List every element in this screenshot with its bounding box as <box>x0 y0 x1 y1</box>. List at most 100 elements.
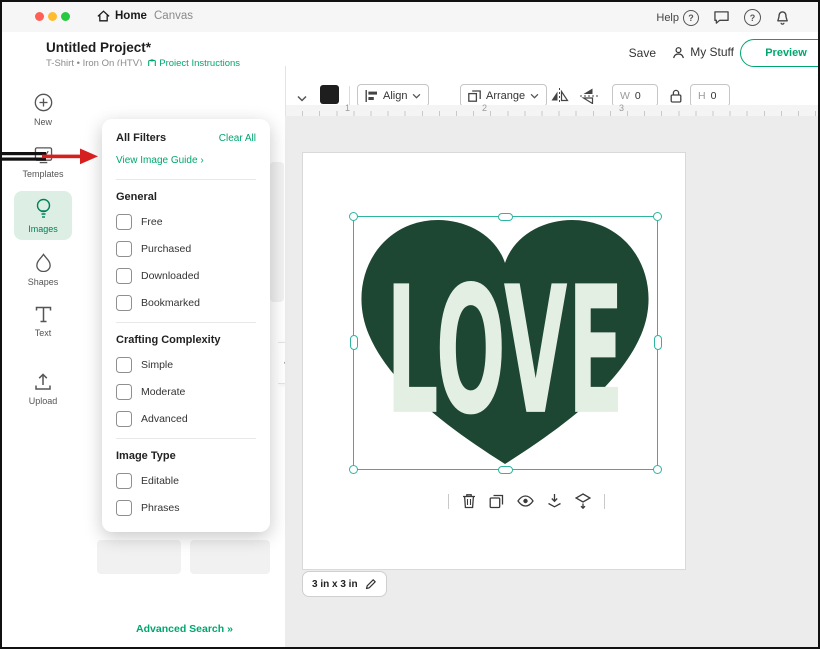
resize-handle-bottom-right[interactable] <box>653 465 662 474</box>
lock-ratio-icon[interactable] <box>670 89 682 103</box>
resize-handle-top-middle[interactable] <box>498 213 513 221</box>
tab-home-label: Home <box>115 10 147 22</box>
send-to-back-icon[interactable] <box>547 493 562 509</box>
divider <box>448 494 449 509</box>
sidebar-item-text[interactable]: Text <box>14 299 72 344</box>
arrange-icon <box>468 90 481 102</box>
my-stuff-button[interactable]: My Stuff <box>672 45 734 59</box>
filter-option-moderate[interactable]: Moderate <box>116 384 256 400</box>
delete-icon[interactable] <box>462 493 476 509</box>
sidebar-item-upload[interactable]: Upload <box>14 366 72 412</box>
design-canvas[interactable]: LOVE <box>285 116 818 647</box>
filter-option-phrases[interactable]: Phrases <box>116 500 256 516</box>
sidebar-item-shapes[interactable]: Shapes <box>14 246 72 293</box>
flip-vertical-icon[interactable] <box>580 88 598 104</box>
support-icon[interactable]: ? <box>744 9 761 26</box>
artboard-size-badge[interactable]: 3 in x 3 in <box>302 571 387 597</box>
arrange-dropdown[interactable]: Arrange <box>460 84 547 107</box>
double-chevron-icon: » <box>227 623 233 635</box>
flatten-icon[interactable] <box>575 493 591 509</box>
checkbox[interactable] <box>116 384 132 400</box>
checkbox[interactable] <box>116 357 132 373</box>
image-thumbnail <box>97 540 181 574</box>
filter-option-downloaded[interactable]: Downloaded <box>116 268 256 284</box>
align-dropdown[interactable]: Align <box>357 84 429 107</box>
color-swatch[interactable] <box>320 85 339 104</box>
sidebar-item-new[interactable]: New <box>14 86 72 133</box>
upload-icon <box>34 373 52 391</box>
ruler-tick-label: 1 <box>345 103 350 113</box>
preview-button[interactable]: Preview <box>740 39 820 67</box>
filter-option-editable[interactable]: Editable <box>116 473 256 489</box>
window-titlebar: Home Canvas Help ? ? <box>2 2 818 33</box>
help-menu[interactable]: Help ? <box>656 10 699 26</box>
width-value: 0 <box>635 90 641 102</box>
checkbox[interactable] <box>116 241 132 257</box>
filter-section-title: Crafting Complexity <box>116 334 256 346</box>
minimize-window-icon[interactable] <box>48 12 57 21</box>
align-label: Align <box>383 90 407 102</box>
new-plus-icon <box>34 93 53 112</box>
maximize-window-icon[interactable] <box>61 12 70 21</box>
checkbox[interactable] <box>116 473 132 489</box>
chevron-down-icon <box>412 93 421 99</box>
annotation-arrow <box>2 146 102 168</box>
align-icon <box>365 90 378 102</box>
hide-eye-icon[interactable] <box>517 495 534 507</box>
sidebar-item-label: Upload <box>29 396 58 406</box>
filter-option-simple[interactable]: Simple <box>116 357 256 373</box>
advanced-search-link[interactable]: Advanced Search » <box>84 623 285 635</box>
image-thumbnail <box>190 540 270 574</box>
chevron-right-icon: › <box>200 155 203 166</box>
resize-handle-bottom-middle[interactable] <box>498 466 513 474</box>
save-button[interactable]: Save <box>629 46 656 60</box>
view-image-guide-link[interactable]: View Image Guide › <box>116 155 204 166</box>
height-label: H <box>698 90 706 102</box>
help-question-icon: ? <box>683 10 699 26</box>
clear-all-link[interactable]: Clear All <box>219 133 256 144</box>
ruler-tick-label: 2 <box>482 103 487 113</box>
checkbox[interactable] <box>116 214 132 230</box>
chevron-down-icon <box>530 93 539 99</box>
filter-option-free[interactable]: Free <box>116 214 256 230</box>
tab-canvas[interactable]: Canvas <box>154 10 193 22</box>
checkbox[interactable] <box>116 268 132 284</box>
chat-icon[interactable] <box>713 10 730 25</box>
chevron-down-icon[interactable] <box>297 95 307 102</box>
images-icon <box>35 198 52 219</box>
filter-section-title: Image Type <box>116 450 256 462</box>
sidebar-item-images[interactable]: Images <box>14 191 72 240</box>
all-filters-dropdown: All Filters Clear All View Image Guide ›… <box>102 119 270 532</box>
flip-horizontal-icon[interactable] <box>550 88 569 104</box>
help-label: Help <box>656 12 679 24</box>
sidebar-item-label: Shapes <box>28 277 59 287</box>
tab-home[interactable]: Home <box>97 10 147 22</box>
shapes-icon <box>34 253 53 272</box>
resize-handle-top-right[interactable] <box>653 212 662 221</box>
resize-handle-middle-right[interactable] <box>654 335 662 350</box>
sidebar-item-label: Templates <box>22 169 63 179</box>
size-label: 3 in x 3 in <box>312 579 358 590</box>
checkbox[interactable] <box>116 411 132 427</box>
filter-option-purchased[interactable]: Purchased <box>116 241 256 257</box>
resize-handle-bottom-left[interactable] <box>349 465 358 474</box>
duplicate-icon[interactable] <box>489 494 504 509</box>
checkbox[interactable] <box>116 295 132 311</box>
edit-pencil-icon[interactable] <box>365 578 377 590</box>
ruler-tick-label: 3 <box>619 103 624 113</box>
project-title: Untitled Project* <box>46 40 151 55</box>
notifications-bell-icon[interactable] <box>775 10 790 26</box>
filter-option-bookmarked[interactable]: Bookmarked <box>116 295 256 311</box>
divider <box>604 494 605 509</box>
selection-bounding-box[interactable] <box>353 216 658 470</box>
resize-handle-middle-left[interactable] <box>350 335 358 350</box>
height-field[interactable]: H 0 <box>690 84 730 107</box>
checkbox[interactable] <box>116 500 132 516</box>
home-icon <box>97 10 110 22</box>
filter-option-advanced[interactable]: Advanced <box>116 411 256 427</box>
app-window: Home Canvas Help ? ? Untitled Project* T… <box>0 0 820 649</box>
close-window-icon[interactable] <box>35 12 44 21</box>
tab-canvas-label: Canvas <box>154 10 193 22</box>
resize-handle-top-left[interactable] <box>349 212 358 221</box>
sidebar-item-label: Text <box>35 328 52 338</box>
